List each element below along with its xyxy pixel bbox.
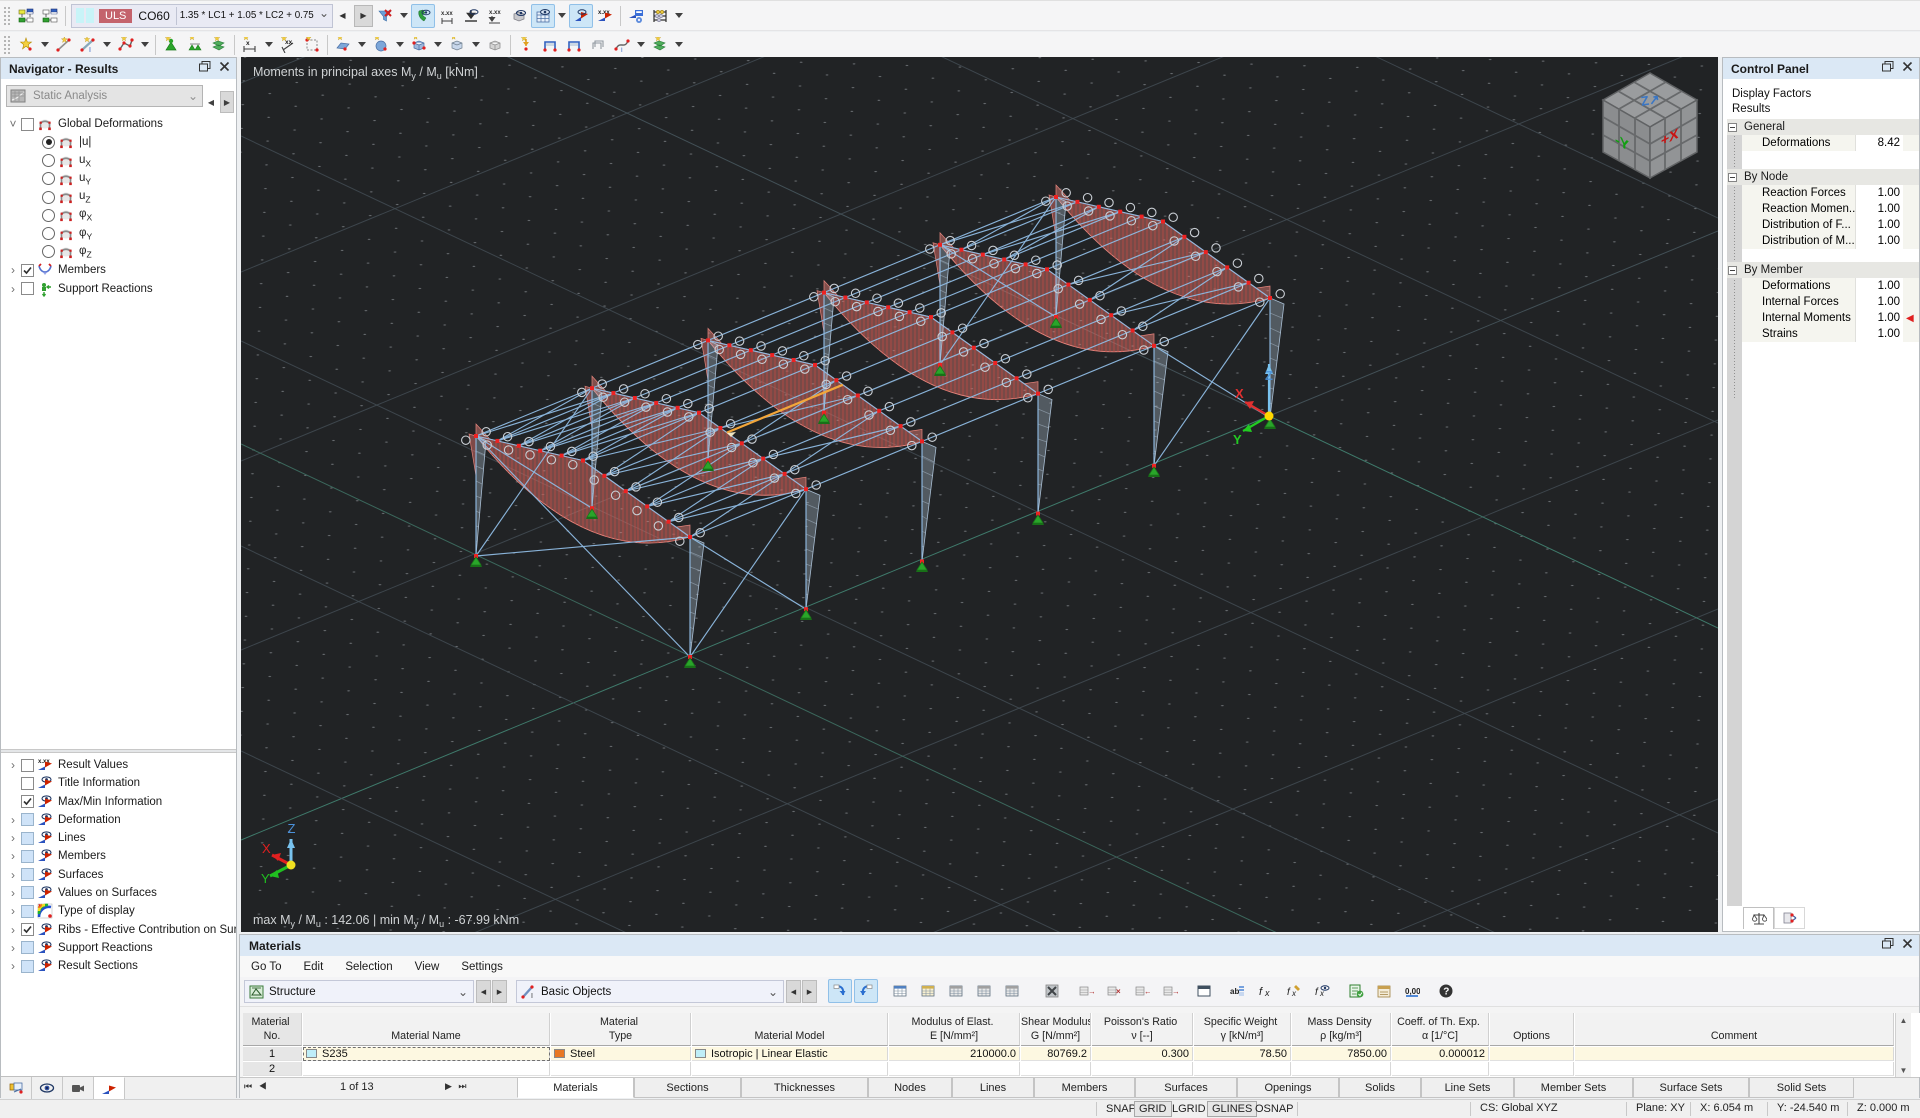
svg-text:f: f <box>1315 987 1319 998</box>
svg-text:Z↗: Z↗ <box>1640 91 1661 108</box>
svg-text:→: → <box>1088 987 1094 996</box>
svg-text:X: X <box>262 841 271 856</box>
svg-text:I: I <box>531 993 533 1000</box>
svg-text:f: f <box>1259 986 1263 998</box>
svg-text:x: x <box>1264 988 1270 998</box>
svg-text:→: → <box>1172 987 1178 996</box>
svg-text:I: I <box>89 47 91 53</box>
svg-text:Y: Y <box>1233 432 1242 447</box>
svg-text:f: f <box>1287 987 1291 998</box>
svg-text:x.xx: x.xx <box>441 11 453 17</box>
svg-text:?: ? <box>1443 987 1449 998</box>
svg-text:Z: Z <box>288 821 296 836</box>
svg-text:xx: xx <box>285 39 293 46</box>
svg-text:X: X <box>1235 386 1244 401</box>
svg-text:Y: Y <box>261 871 270 886</box>
svg-text:←: ← <box>1144 987 1150 996</box>
svg-text:x: x <box>246 40 250 47</box>
svg-text:Moments in principal axes My /: Moments in principal axes My / Mu [kNm] <box>253 65 478 81</box>
svg-text:×: × <box>1116 987 1121 996</box>
svg-text:Z: Z <box>1265 368 1273 383</box>
svg-text:ab: ab <box>1230 987 1239 996</box>
svg-text:I: I <box>621 48 623 53</box>
svg-text:x: x <box>1291 989 1297 998</box>
svg-text:x.xx: x.xx <box>489 10 501 16</box>
svg-text:0,00: 0,00 <box>1405 987 1420 996</box>
